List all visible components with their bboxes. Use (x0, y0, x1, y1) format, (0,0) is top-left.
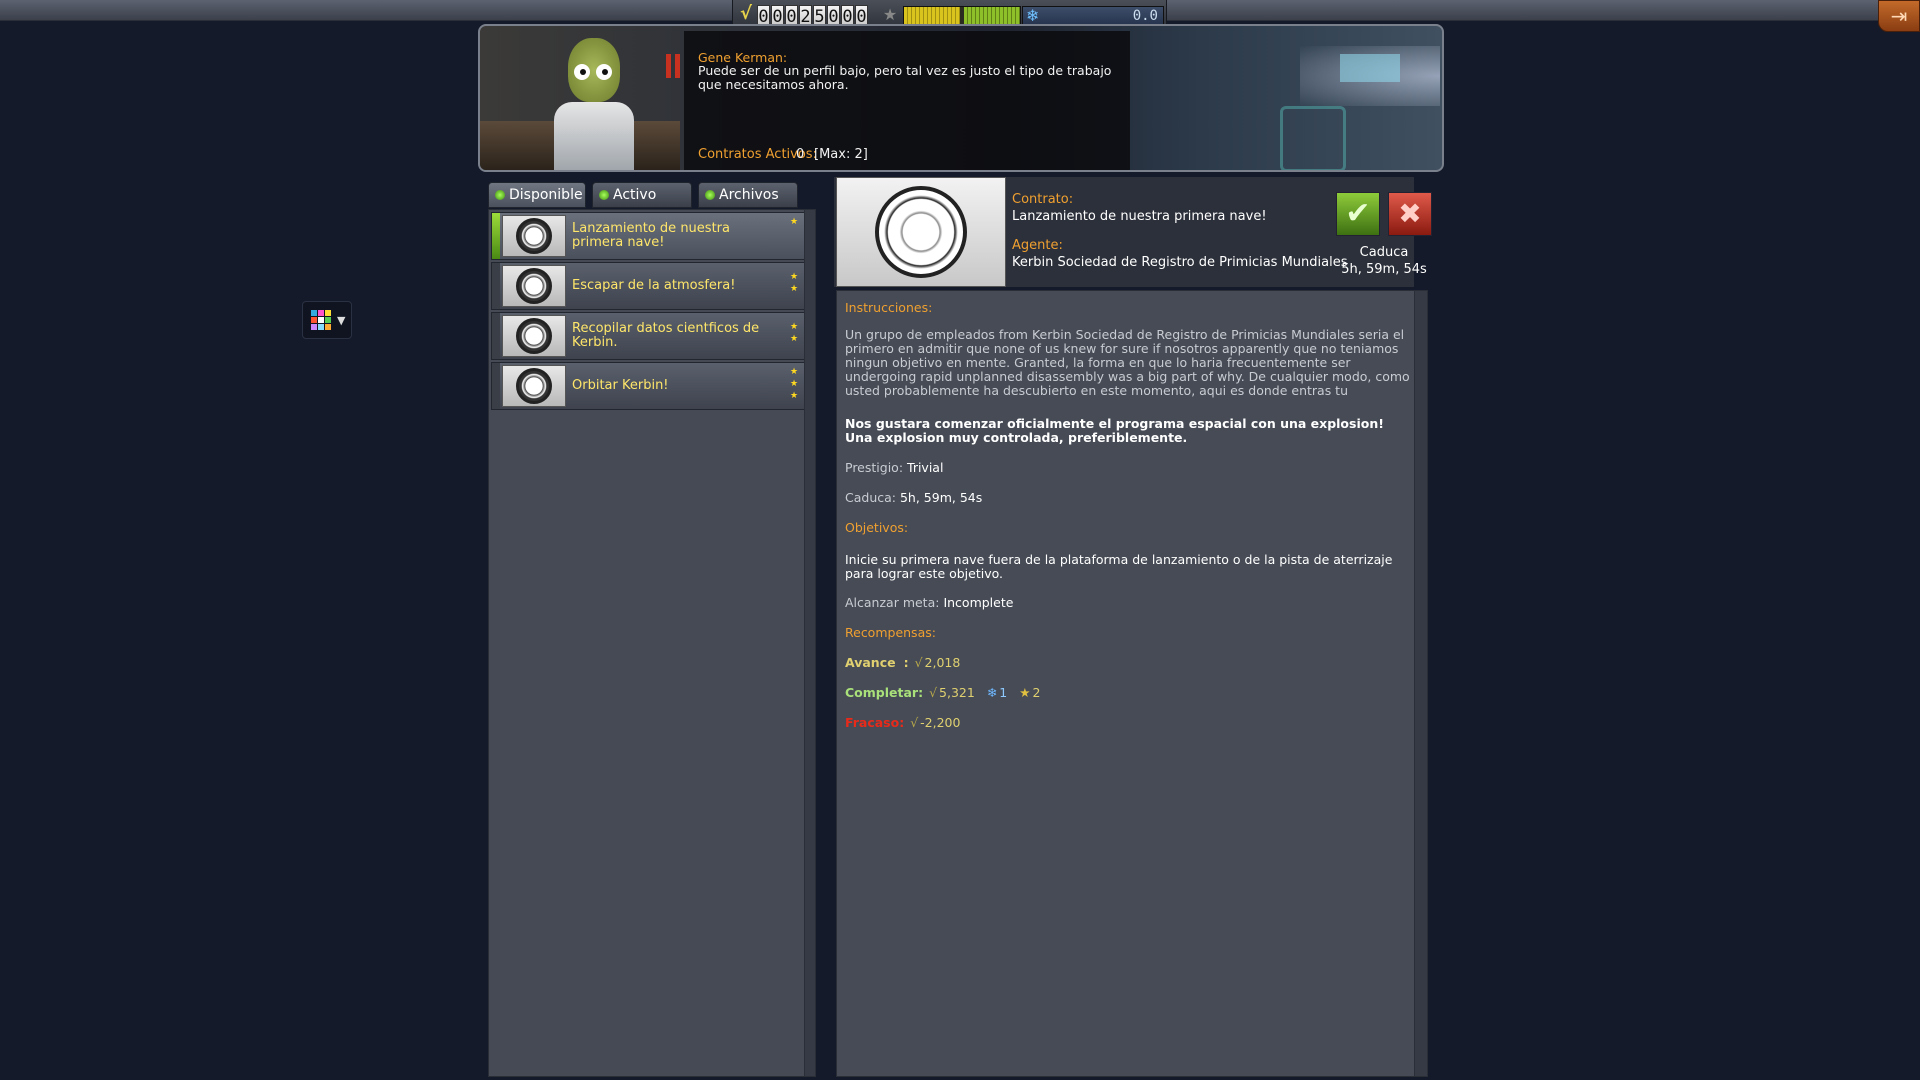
contract-title-detail: Lanzamiento de nuestra primera nave! (1012, 209, 1267, 224)
close-icon: ✖ (1398, 197, 1422, 230)
funds-icon: √ (914, 655, 923, 670)
goal-line: Alcanzar meta: Incomplete (845, 596, 1411, 610)
advance-funds: 2,018 (924, 655, 961, 670)
complete-science: 1 (999, 685, 1008, 700)
complete-label: Completar: (845, 685, 924, 700)
science-icon: ❄ (1026, 6, 1040, 25)
contract-title: Orbitar Kerbin! (572, 378, 669, 393)
science-value: 0.0 (1132, 8, 1158, 24)
checkmark-icon: ✔ (1345, 196, 1371, 231)
status-dot-icon (705, 190, 715, 200)
selection-indicator (492, 363, 500, 409)
app-launcher-button[interactable]: ▼ (302, 301, 352, 339)
contract-detail-body: Instrucciones: Un grupo de empleados fro… (836, 290, 1416, 1077)
mission-control-scene: Gene Kerman: Puede ser de un perfil bajo… (478, 24, 1444, 172)
apps-grid-icon (311, 310, 331, 330)
goal-status: Incomplete (943, 595, 1014, 610)
funds-icon: √ (910, 715, 919, 730)
contract-description: Un grupo de empleados from Kerbin Socied… (845, 327, 1410, 398)
kerman-dialog: Gene Kerman: Puede ser de un perfil bajo… (684, 31, 1130, 170)
advance-colon: : (903, 655, 909, 670)
failure-line: Fracaso: √ -2,200 (845, 716, 1411, 730)
contract-row[interactable]: Lanzamiento de nuestra primera nave! ★ (491, 212, 807, 260)
failure-label: Fracaso: (845, 715, 905, 730)
contract-row[interactable]: Recopilar datos cientficos de Kerbin. ★ ★ (491, 312, 807, 360)
science-icon: ❄ (986, 685, 998, 700)
objectives-heading: Objetivos: (845, 520, 909, 535)
speaker-message: Puede ser de un perfil bajo, pero tal ve… (698, 63, 1112, 92)
agency-logo (502, 315, 566, 357)
detail-scrollbar[interactable] (1414, 290, 1428, 1077)
contract-stars: ★ (789, 217, 799, 227)
agency-logo (502, 215, 566, 257)
mission-control-window: Gene Kerman: Puede ser de un perfil bajo… (478, 24, 1444, 1080)
exit-building-button[interactable]: ⇥ (1878, 0, 1920, 32)
advance-label: Avance (845, 655, 896, 670)
contract-list: Lanzamiento de nuestra primera nave! ★ E… (488, 209, 810, 1077)
reputation-icon: ★ (1019, 685, 1031, 700)
contract-synopsis: Nos gustara comenzar oficialmente el pro… (845, 416, 1384, 445)
rewards-heading: Recompensas: (845, 625, 936, 640)
funds-icon: √ (929, 685, 938, 700)
contract-title: Escapar de la atmosfera! (572, 278, 736, 293)
failure-funds: -2,200 (920, 715, 961, 730)
goal-label: Alcanzar meta: (845, 595, 940, 610)
advance-line: Avance : √ 2,018 (845, 656, 1411, 670)
contract-row[interactable]: Escapar de la atmosfera! ★ ★ (491, 262, 807, 310)
accept-contract-button[interactable]: ✔ (1336, 192, 1380, 236)
selection-indicator (492, 213, 500, 259)
scene-window (1340, 54, 1400, 82)
selection-indicator (492, 313, 500, 359)
prestige-line: Prestigio: Trivial (845, 461, 1411, 475)
deadline-line: Caduca: 5h, 59m, 54s (845, 491, 1411, 505)
status-dot-icon (599, 190, 609, 200)
deadline-label: Caduca: (845, 490, 896, 505)
complete-reputation: 2 (1032, 685, 1041, 700)
status-dot-icon (495, 190, 505, 200)
tab-label: Archivos (719, 187, 779, 203)
contract-title: Lanzamiento de nuestra primera nave! (572, 221, 730, 250)
expire-countdown: 5h, 59m, 54s (1341, 262, 1427, 277)
decline-contract-button[interactable]: ✖ (1388, 192, 1432, 236)
tab-label: Disponible (509, 187, 583, 203)
contract-stars: ★ ★ (789, 322, 799, 344)
tab-disponible[interactable]: Disponible (488, 182, 586, 208)
active-contracts-count: 0 (796, 147, 805, 162)
tab-label: Activo (613, 187, 657, 203)
pause-icon (666, 54, 682, 78)
tab-archivos[interactable]: Archivos (698, 182, 798, 208)
prestige-label: Prestigio: (845, 460, 904, 475)
instructions-heading: Instrucciones: (845, 300, 933, 315)
contract-stars: ★ ★ (789, 272, 799, 294)
contract-row[interactable]: Orbitar Kerbin! ★ ★ ★ (491, 362, 807, 410)
complete-funds: 5,321 (939, 685, 975, 700)
agency-logo-large (836, 177, 1006, 287)
exit-icon: ⇥ (1890, 4, 1908, 28)
contract-label: Contrato: (1012, 192, 1074, 207)
deadline-value: 5h, 59m, 54s (899, 490, 983, 505)
tab-activo[interactable]: Activo (592, 182, 692, 208)
complete-line: Completar: √ 5,321 ❄ 1 ★ 2 (845, 686, 1411, 700)
selection-indicator (492, 263, 500, 309)
objective-text: Inicie su primera nave fuera de la plata… (845, 552, 1393, 581)
funds-icon: √ (739, 3, 752, 24)
contract-list-scrollbar[interactable] (804, 209, 816, 1077)
scene-chair (1280, 106, 1346, 170)
contract-stars: ★ ★ ★ (789, 367, 799, 401)
agent-name: Kerbin Sociedad de Registro de Primicias… (1012, 255, 1348, 270)
agency-logo (502, 365, 566, 407)
contract-title: Recopilar datos cientficos de Kerbin. (572, 321, 760, 350)
active-contracts-max: [Max: 2] (814, 147, 868, 162)
agent-label: Agente: (1012, 238, 1063, 253)
expire-label: Caduca (1359, 245, 1409, 260)
agency-logo (502, 265, 566, 307)
reputation-icon: ★ (882, 5, 898, 24)
prestige-value: Trivial (907, 460, 944, 475)
chevron-down-icon: ▼ (337, 314, 346, 327)
gene-kerman-portrait (554, 32, 634, 170)
